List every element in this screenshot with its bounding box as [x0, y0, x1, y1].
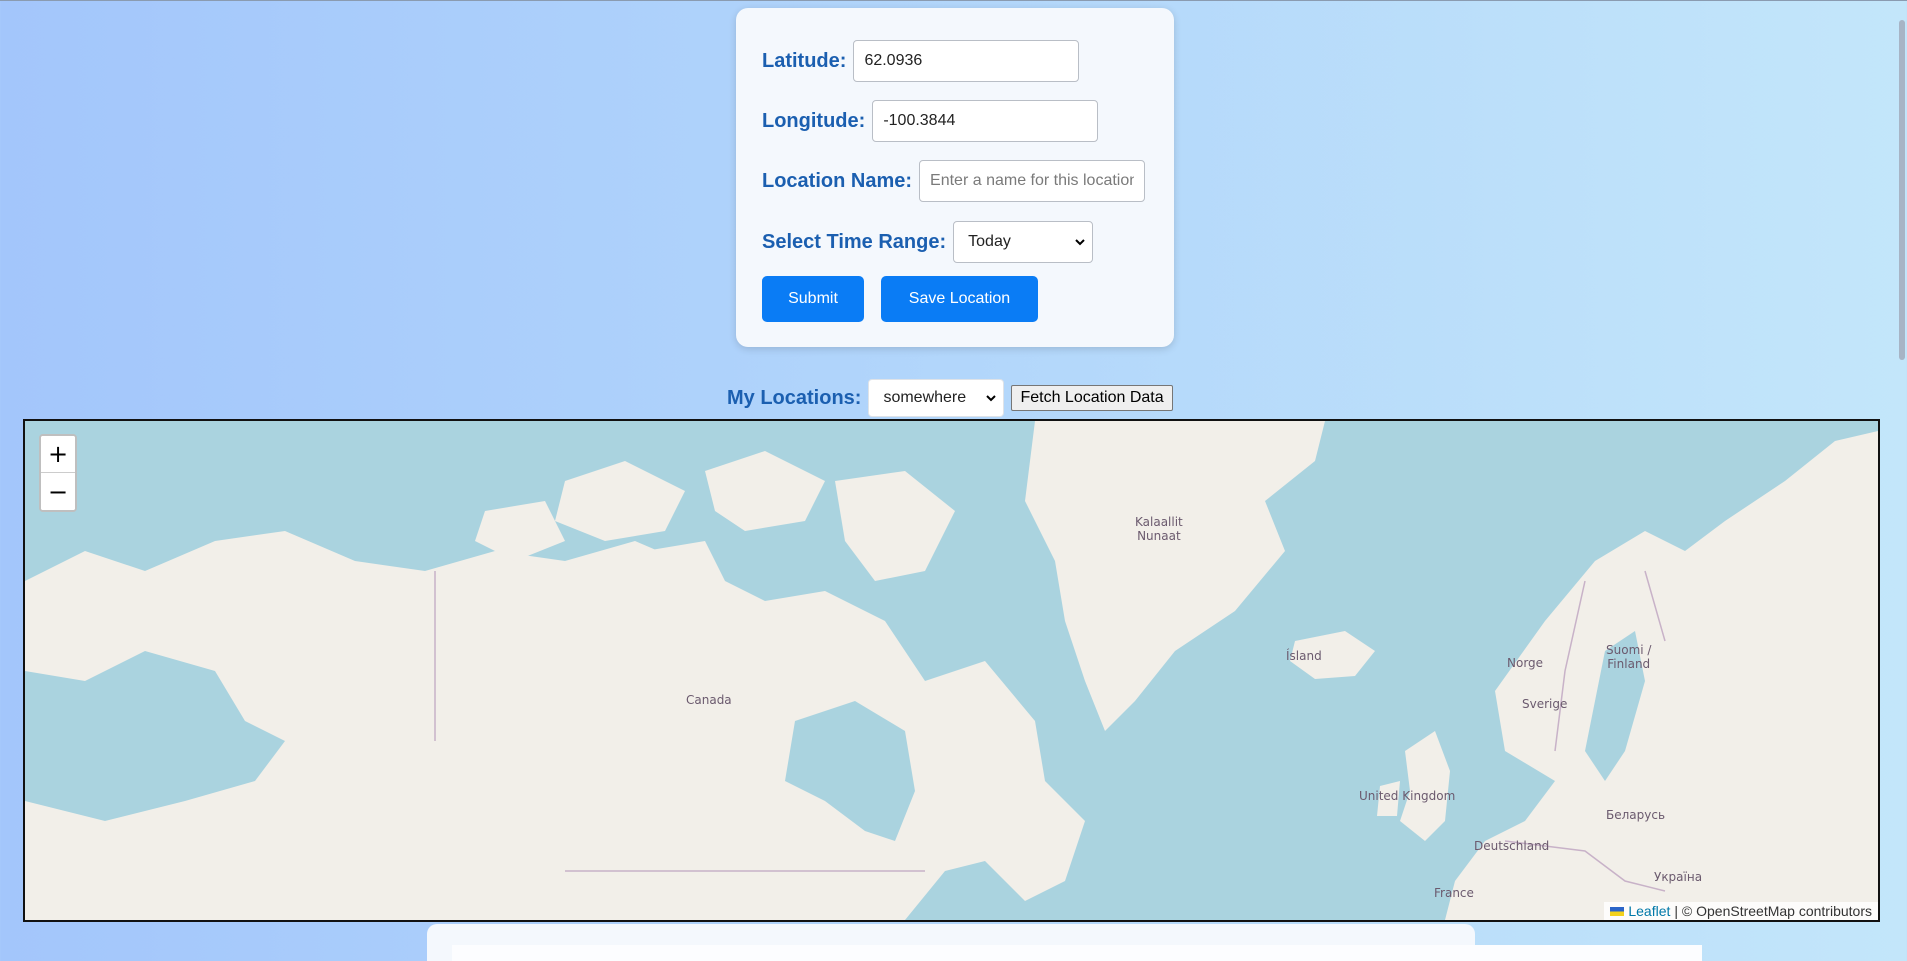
map-label-norway: Norge: [1507, 656, 1544, 670]
my-locations-row: My Locations: somewhere Fetch Location D…: [727, 379, 1173, 417]
my-locations-select[interactable]: somewhere: [868, 379, 1005, 417]
top-border: [0, 0, 1907, 1]
my-locations-value: somewhere: [883, 389, 967, 406]
map-label-canada: Canada: [686, 693, 732, 707]
longitude-row: Longitude:: [762, 100, 1099, 142]
time-range-value: Today: [968, 233, 1011, 250]
chevron-down-icon: [1075, 239, 1085, 246]
map-label-france: France: [1434, 886, 1474, 900]
time-range-row: Select Time Range: Today: [762, 221, 1094, 263]
attribution-text: | © OpenStreetMap contributors: [1674, 903, 1872, 919]
latitude-input[interactable]: [853, 40, 1080, 82]
zoom-control: + −: [39, 434, 77, 512]
ukraine-flag-icon: [1610, 906, 1625, 916]
longitude-input[interactable]: [872, 100, 1099, 142]
map-label-germany: Deutschland: [1474, 839, 1550, 853]
longitude-label: Longitude:: [762, 109, 866, 132]
map-attribution: Leaflet | © OpenStreetMap contributors: [1604, 902, 1878, 920]
submit-button[interactable]: Submit: [762, 276, 864, 322]
results-panel: [452, 945, 1702, 961]
map-label-belarus: Беларусь: [1606, 808, 1666, 822]
map[interactable]: + − Kalaallit Nunaat Canada Ísland Norge…: [23, 419, 1880, 922]
map-label-uk: United Kingdom: [1359, 789, 1456, 803]
map-label-iceland: Ísland: [1286, 649, 1322, 663]
time-range-label: Select Time Range:: [762, 230, 947, 253]
fetch-location-data-button[interactable]: Fetch Location Data: [1011, 385, 1173, 411]
leaflet-link[interactable]: Leaflet: [1628, 903, 1670, 919]
coordinates-form: Latitude: Longitude: Location Name: Sele…: [736, 8, 1174, 347]
map-label-ukraine: Україна: [1654, 870, 1703, 884]
zoom-out-button[interactable]: −: [41, 473, 75, 510]
page-scrollbar[interactable]: [1897, 0, 1907, 961]
location-name-input[interactable]: [919, 160, 1146, 202]
zoom-in-button[interactable]: +: [41, 436, 75, 473]
my-locations-label: My Locations:: [727, 386, 862, 409]
location-name-label: Location Name:: [762, 169, 913, 192]
scrollbar-thumb[interactable]: [1899, 20, 1905, 360]
latitude-label: Latitude:: [762, 49, 847, 72]
chevron-down-icon: [986, 395, 997, 402]
location-name-row: Location Name:: [762, 160, 1146, 202]
map-label-sweden: Sverige: [1522, 697, 1568, 711]
map-label-finland: Suomi / Finland: [1606, 643, 1652, 671]
latitude-row: Latitude:: [762, 40, 1080, 82]
map-label-greenland: Kalaallit Nunaat: [1135, 515, 1183, 543]
save-location-button[interactable]: Save Location: [881, 276, 1038, 322]
map-tiles[interactable]: [25, 421, 1878, 920]
time-range-select[interactable]: Today: [953, 221, 1094, 263]
